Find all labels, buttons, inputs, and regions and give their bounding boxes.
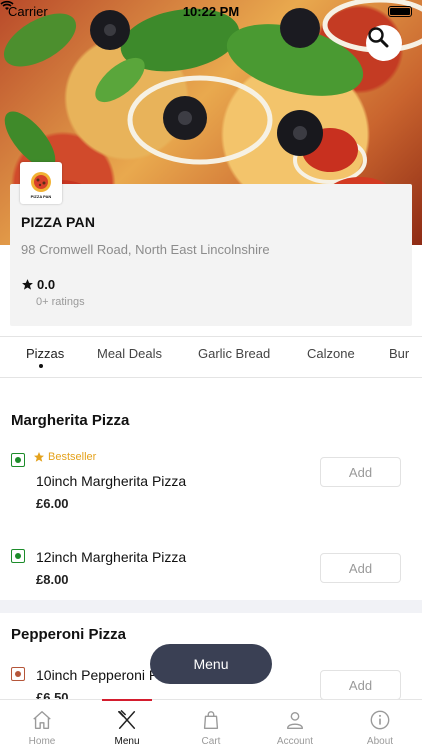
- tab-garlic-bread[interactable]: Garlic Bread: [198, 346, 270, 361]
- item-price: £8.00: [36, 572, 69, 587]
- tab-pizzas[interactable]: Pizzas: [26, 346, 64, 361]
- search-button[interactable]: [366, 25, 402, 61]
- bestseller-badge: Bestseller: [33, 451, 96, 463]
- status-bar: Carrier 10:22 PM: [0, 0, 422, 22]
- nav-menu[interactable]: Menu: [85, 699, 169, 750]
- ratings-count: 0+ ratings: [36, 296, 85, 308]
- item-name: 10inch Margherita Pizza: [36, 473, 187, 489]
- nav-home[interactable]: Home: [0, 700, 84, 750]
- star-icon: [22, 279, 33, 290]
- clock: 10:22 PM: [182, 3, 240, 19]
- search-icon: [368, 27, 389, 48]
- category-tabs: Pizzas Meal Deals Garlic Bread Calzone B…: [0, 336, 422, 378]
- nav-cart-label: Cart: [201, 736, 221, 747]
- bottom-nav: Home Menu Cart Account About: [0, 699, 422, 750]
- bag-icon: [203, 711, 219, 729]
- restaurant-name: PIZZA PAN: [21, 214, 96, 230]
- nav-home-label: Home: [28, 736, 56, 747]
- bestseller-label: Bestseller: [48, 451, 97, 463]
- floating-menu-button[interactable]: Menu: [150, 644, 272, 684]
- veg-icon: [11, 549, 25, 563]
- tab-calzone[interactable]: Calzone: [307, 346, 355, 361]
- rating-value: 0.0: [37, 277, 56, 292]
- info-icon: [370, 710, 390, 730]
- section-title-margherita: Margherita Pizza: [11, 412, 130, 429]
- nav-menu-label: Menu: [114, 736, 140, 747]
- item-price: £6.00: [36, 496, 69, 511]
- rating: 0.0: [21, 277, 55, 292]
- section-title-pepperoni: Pepperoni Pizza: [11, 626, 127, 643]
- pizza-logo-icon: [31, 172, 51, 192]
- nonveg-icon: [11, 667, 25, 681]
- star-icon: [34, 452, 44, 462]
- restaurant-logo: PIZZA PAN: [20, 162, 62, 204]
- active-tab-indicator: [39, 364, 43, 368]
- section-divider: [0, 600, 422, 613]
- nav-about-label: About: [366, 736, 394, 747]
- veg-icon: [11, 453, 25, 467]
- home-icon: [33, 711, 51, 729]
- nav-about[interactable]: About: [338, 700, 422, 750]
- wifi-icon: [0, 0, 14, 10]
- nav-account-label: Account: [276, 736, 314, 747]
- restaurant-address: 98 Cromwell Road, North East Lincolnshir…: [21, 242, 270, 257]
- item-name: 12inch Margherita Pizza: [36, 549, 187, 565]
- nav-cart[interactable]: Cart: [169, 700, 253, 750]
- user-icon: [286, 711, 304, 729]
- add-button[interactable]: Add: [320, 670, 401, 700]
- carrier-indicator: Carrier: [0, 0, 48, 19]
- tab-burgers[interactable]: Bur: [389, 346, 409, 361]
- nav-account[interactable]: Account: [253, 700, 337, 750]
- battery-icon: [388, 5, 412, 17]
- tab-meal-deals[interactable]: Meal Deals: [97, 346, 162, 361]
- fork-knife-icon: [118, 710, 136, 729]
- add-button[interactable]: Add: [320, 457, 401, 487]
- add-button[interactable]: Add: [320, 553, 401, 583]
- restaurant-info-card: PIZZA PAN PIZZA PAN 98 Cromwell Road, No…: [10, 162, 412, 326]
- logo-text: PIZZA PAN: [30, 194, 52, 199]
